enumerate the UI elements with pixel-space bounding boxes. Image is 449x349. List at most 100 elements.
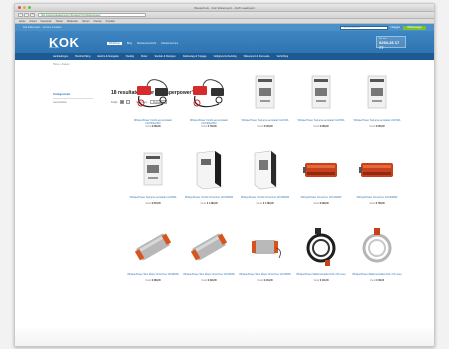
- product-name-link[interactable]: WhisperPower Sine Wave Omvormer 12V/350W: [239, 273, 291, 276]
- product-name-link[interactable]: WhisperPower Supreme acculader 12V/40A: [239, 119, 291, 122]
- product-image[interactable]: [301, 147, 341, 193]
- category-nav-item[interactable]: Veiligheid & Redding: [214, 55, 237, 58]
- product-card[interactable]: WhisperPower Supreme acculader 12V/60A Va…: [295, 70, 347, 147]
- product-name-link[interactable]: WhisperPower Supreme acculader 24V/30A: [351, 119, 403, 122]
- product-name-link[interactable]: WhisperPower Supreme acculader 12V/60A: [295, 119, 347, 122]
- product-image[interactable]: [133, 147, 173, 193]
- bookmark-item[interactable]: Twitter: [55, 20, 62, 23]
- header-nav: Webshop Blog Merkenoverzicht Klantenservice: [107, 42, 178, 45]
- product-name-link[interactable]: WhisperPower Combi Omvormer 12V/2000W: [183, 196, 235, 199]
- product-price: Vanaf € 689,00: [127, 126, 179, 128]
- price-label: Vanaf: [201, 280, 208, 282]
- phone-number: 0294-26 17 77: [379, 40, 400, 50]
- product-card[interactable]: WhisperPower Walstroomkabel 16A / 15 met…: [351, 224, 403, 301]
- product-image[interactable]: [189, 224, 229, 270]
- header-nav-item[interactable]: Webshop: [107, 42, 122, 45]
- header-nav-item[interactable]: Klantenservice: [161, 42, 178, 45]
- product-name-link[interactable]: WhisperPower Walstroomkabel 16A / 15 met…: [351, 273, 403, 276]
- grid-view-icon[interactable]: [120, 100, 125, 104]
- price-label: Vanaf: [145, 203, 152, 205]
- login-link[interactable]: Inloggen: [391, 26, 401, 29]
- product-image[interactable]: [301, 224, 341, 270]
- product-card[interactable]: WhisperPower Sine Wave Omvormer 12V/600W…: [183, 224, 235, 301]
- price-value: € 329,00: [207, 280, 217, 282]
- product-image[interactable]: [245, 224, 285, 270]
- category-nav-item[interactable]: Sanitair & Reinigen: [154, 55, 175, 58]
- category-nav-item[interactable]: Kleding: [126, 55, 134, 58]
- category-nav-item[interactable]: Bootinrichting: [75, 55, 90, 58]
- category-nav-item[interactable]: Elektro & Navigatie: [97, 55, 118, 58]
- category-nav: Aanbiedingen Bootinrichting Elektro & Navi…: [15, 53, 434, 60]
- product-card[interactable]: WhisperPower Omvormer 24V/2000W Vanaf € 7…: [351, 147, 403, 224]
- price-label: Vanaf: [369, 126, 376, 128]
- price-label: Vanaf: [201, 126, 208, 128]
- product-name-link[interactable]: WhisperPower Combi-set acculader 12V/40A…: [183, 119, 235, 125]
- category-nav-item[interactable]: Verlichting: [277, 55, 289, 58]
- view-label: Bekijk:: [111, 100, 119, 104]
- product-image[interactable]: [189, 70, 229, 116]
- product-image[interactable]: [357, 224, 397, 270]
- bookmark-item[interactable]: Yahoo!: [82, 20, 90, 23]
- product-image[interactable]: [133, 70, 173, 116]
- phone-box: Bel ons: 0294-26 17 77: [376, 36, 406, 50]
- breadcrumb[interactable]: Home › Zoeken: [53, 63, 69, 66]
- product-name-link[interactable]: WhisperPower Omvormer 12V/1600W: [295, 196, 347, 199]
- product-image[interactable]: [301, 70, 341, 116]
- product-name-link[interactable]: WhisperPower Sine Wave Omvormer 12V/800W: [127, 273, 179, 276]
- product-card[interactable]: WhisperPower Supreme acculader 12V/40A Va…: [239, 70, 291, 147]
- forward-arrow-icon[interactable]: ›: [24, 13, 29, 17]
- price-label: Vanaf: [369, 280, 376, 282]
- product-image[interactable]: [245, 70, 285, 116]
- product-card[interactable]: WhisperPower Sine Wave Omvormer 12V/800W…: [127, 224, 179, 301]
- product-card[interactable]: WhisperPower Combi Omvormer 12V/2000W Van…: [183, 147, 235, 224]
- product-name-link[interactable]: WhisperPower Supreme acculader 12V/80A: [127, 196, 179, 199]
- product-image[interactable]: [357, 70, 397, 116]
- product-price: Vanaf € 879,00: [127, 203, 179, 205]
- product-image[interactable]: [133, 224, 173, 270]
- sidebar-item-generatoren[interactable]: Generatoren: [53, 101, 93, 104]
- product-card[interactable]: WhisperPower Supreme acculader 24V/30A Va…: [351, 70, 403, 147]
- product-card[interactable]: WhisperPower Walstroomkabel 16A / 25 met…: [295, 224, 347, 301]
- reload-icon[interactable]: ↻: [30, 13, 35, 17]
- back-arrow-icon[interactable]: ‹: [18, 13, 23, 17]
- bookmark-item[interactable]: Nieuws: [93, 20, 101, 23]
- product-card[interactable]: WhisperPower Combi Omvormer 24V/3000W Van…: [239, 147, 291, 224]
- product-card[interactable]: WhisperPower Sine Wave Omvormer 12V/350W…: [239, 224, 291, 301]
- product-price: Vanaf € 1.499,00: [183, 203, 235, 205]
- category-nav-item[interactable]: Aanbiedingen: [53, 55, 68, 58]
- price-label: Vanaf: [369, 203, 376, 205]
- product-price: Vanaf € 119,00: [295, 280, 347, 282]
- category-nav-item[interactable]: Dekbeslag & Tuigage: [183, 55, 207, 58]
- product-name-link[interactable]: WhisperPower Combi-set acculader 12V/30A…: [127, 119, 179, 125]
- product-price: Vanaf € 799,00: [351, 203, 403, 205]
- category-nav-item[interactable]: Motor: [141, 55, 147, 58]
- product-name-link[interactable]: WhisperPower Omvormer 24V/2000W: [351, 196, 403, 199]
- product-name-link[interactable]: WhisperPower Walstroomkabel 16A / 25 met…: [295, 273, 347, 276]
- header-nav-item[interactable]: Blog: [127, 42, 132, 45]
- product-image[interactable]: [245, 147, 285, 193]
- bookmark-item[interactable]: Wikipedia: [67, 20, 78, 23]
- product-name-link[interactable]: WhisperPower Sine Wave Omvormer 12V/600W: [183, 273, 235, 276]
- product-name-link[interactable]: WhisperPower Combi Omvormer 24V/3000W: [239, 196, 291, 199]
- bookmark-item[interactable]: Apple: [19, 20, 25, 23]
- product-card[interactable]: WhisperPower Combi-set acculader 12V/30A…: [127, 70, 179, 147]
- product-card[interactable]: WhisperPower Supreme acculader 12V/80A Va…: [127, 147, 179, 224]
- product-card[interactable]: WhisperPower Combi-set acculader 12V/40A…: [183, 70, 235, 147]
- browser-window: Westerhuis - Kok Watersport - 1kW Laadsp…: [14, 3, 435, 347]
- price-label: Vanaf: [313, 203, 320, 205]
- product-image[interactable]: [357, 147, 397, 193]
- product-image[interactable]: [189, 147, 229, 193]
- bookmark-item[interactable]: iCloud: [29, 20, 36, 23]
- price-value: € 659,00: [375, 126, 385, 128]
- price-label: Vanaf: [313, 126, 320, 128]
- site-search-input[interactable]: Zoek een product...: [339, 25, 388, 30]
- header-nav-item[interactable]: Merkenoverzicht: [137, 42, 156, 45]
- category-nav-item[interactable]: Watersport & Recreatie: [244, 55, 270, 58]
- address-bar[interactable]: http://www.kokwatersport.nl/zoeken/?q=wh…: [38, 13, 146, 17]
- bookmark-item[interactable]: Populair: [106, 20, 115, 23]
- price-label: Vanaf: [257, 280, 264, 282]
- cart-button[interactable]: Winkelwagen: [403, 25, 426, 30]
- product-card[interactable]: WhisperPower Omvormer 12V/1600W Vanaf € 6…: [295, 147, 347, 224]
- product-price: Vanaf € 699,00: [295, 203, 347, 205]
- bookmark-item[interactable]: Facebook: [41, 20, 52, 23]
